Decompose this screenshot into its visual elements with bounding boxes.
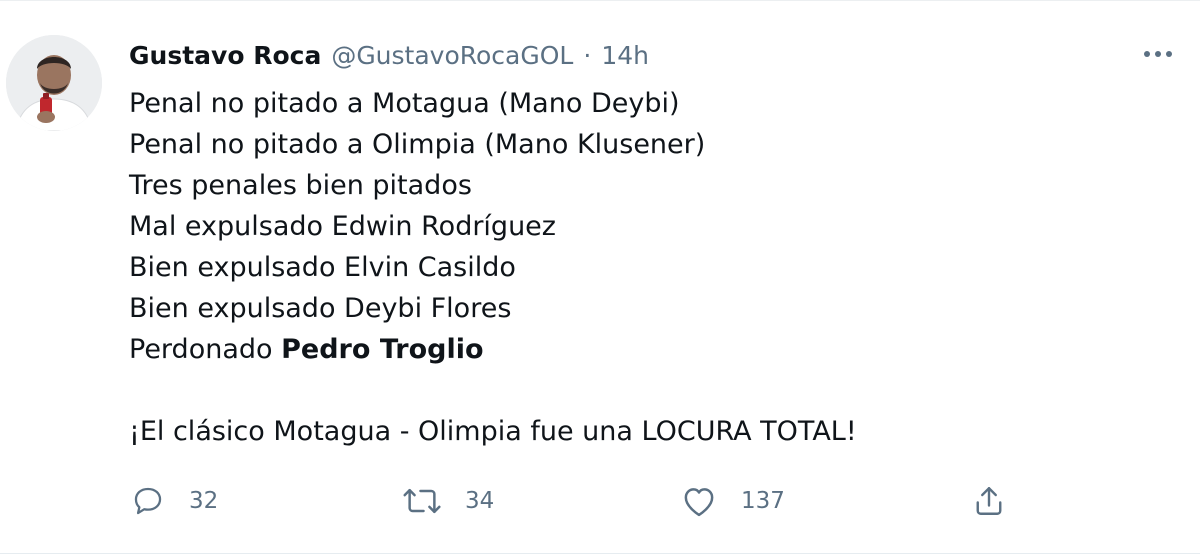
reply-button[interactable]: 32 (129, 479, 218, 523)
share-icon (976, 487, 1002, 515)
tweet-line: Bien expulsado Elvin Casildo (129, 252, 516, 283)
like-count: 137 (741, 488, 785, 514)
tweet-header: Gustavo Roca @GustavoRocaGOL · 14h (129, 35, 649, 75)
retweet-button[interactable]: 34 (401, 479, 494, 523)
reply-count: 32 (189, 488, 219, 514)
timestamp[interactable]: 14h (601, 41, 649, 70)
avatar-photo (6, 35, 102, 131)
tweet-actions: 32 34 137 (129, 479, 1189, 523)
like-button[interactable]: 137 (679, 479, 785, 523)
heart-icon (684, 488, 714, 517)
tweet-line-prefix: Perdonado (129, 334, 273, 365)
tweet-line: Penal no pitado a Motagua (Mano Deybi) (129, 88, 680, 119)
tweet-line: Tres penales bien pitados (129, 170, 472, 201)
retweet-icon (403, 488, 441, 514)
tweet-line: Penal no pitado a Olimpia (Mano Klusener… (129, 129, 706, 160)
avatar[interactable] (6, 35, 102, 131)
tweet-line: Mal expulsado Edwin Rodríguez (129, 211, 556, 242)
reply-icon (134, 487, 162, 515)
author-handle[interactable]: @GustavoRocaGOL (331, 41, 573, 70)
separator-dot: · (583, 40, 592, 70)
tweet-closing-line: ¡El clásico Motagua - Olimpia fue una LO… (129, 416, 857, 447)
author-name[interactable]: Gustavo Roca (129, 41, 321, 70)
tweet-text: Penal no pitado a Motagua (Mano Deybi) P… (129, 83, 1169, 452)
share-button[interactable] (971, 479, 1007, 523)
tweet-line: Bien expulsado Deybi Flores (129, 293, 512, 324)
more-options-button[interactable] (1140, 42, 1176, 66)
tweet-line: Perdonado Pedro Troglio (129, 329, 1169, 370)
more-horizontal-icon (1144, 51, 1172, 57)
retweet-count: 34 (465, 488, 495, 514)
tweet-card: Gustavo Roca @GustavoRocaGOL · 14h Penal… (0, 0, 1200, 554)
tweet-line-bold: Pedro Troglio (281, 334, 484, 365)
